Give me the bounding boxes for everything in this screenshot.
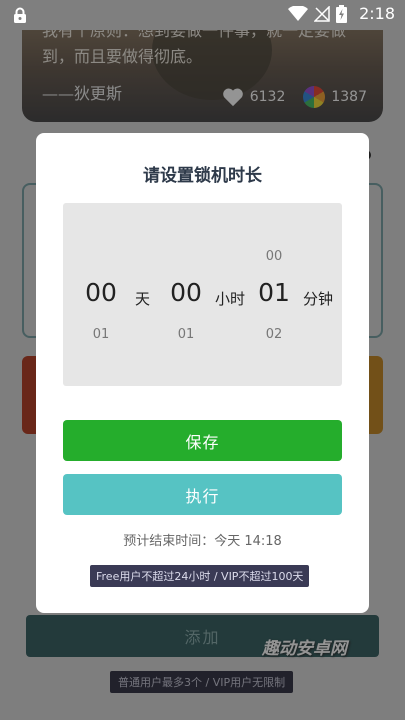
lock-duration-dialog: 请设置锁机时长 00 01 天 00 01 小时 00 01 02 分钟 保存 … (36, 133, 369, 613)
minutes-next-value: 02 (265, 327, 283, 342)
save-button[interactable]: 保存 (63, 420, 342, 461)
days-next-value: 01 (92, 327, 110, 342)
days-wheel[interactable]: 00 01 (76, 203, 126, 386)
days-unit: 天 (135, 290, 151, 308)
hours-wheel[interactable]: 00 01 (161, 203, 211, 386)
minutes-value: 01 (258, 278, 290, 307)
hours-next-value: 01 (177, 327, 195, 342)
battery-charging-icon (336, 4, 348, 23)
minutes-wheel[interactable]: 00 01 02 (249, 203, 299, 386)
dialog-title: 请设置锁机时长 (143, 166, 262, 186)
minutes-prev-value: 00 (265, 249, 283, 264)
duration-limit-badge: Free用户不超过24小时 / VIP不超过100天 (90, 565, 310, 587)
status-bar: 2:18 (0, 0, 405, 30)
wifi-icon (288, 5, 309, 21)
execute-button[interactable]: 执行 (63, 474, 342, 515)
lock-icon (14, 7, 26, 23)
estimated-end-time: 预计结束时间：今天 14:18 (123, 534, 282, 549)
minutes-unit: 分钟 (303, 290, 334, 308)
hours-unit: 小时 (215, 290, 246, 308)
no-signal-icon (314, 5, 330, 22)
clock-time: 2:18 (359, 4, 395, 23)
duration-picker: 00 01 天 00 01 小时 00 01 02 分钟 (63, 203, 342, 386)
days-value: 00 (85, 278, 117, 307)
hours-value: 00 (170, 278, 202, 307)
